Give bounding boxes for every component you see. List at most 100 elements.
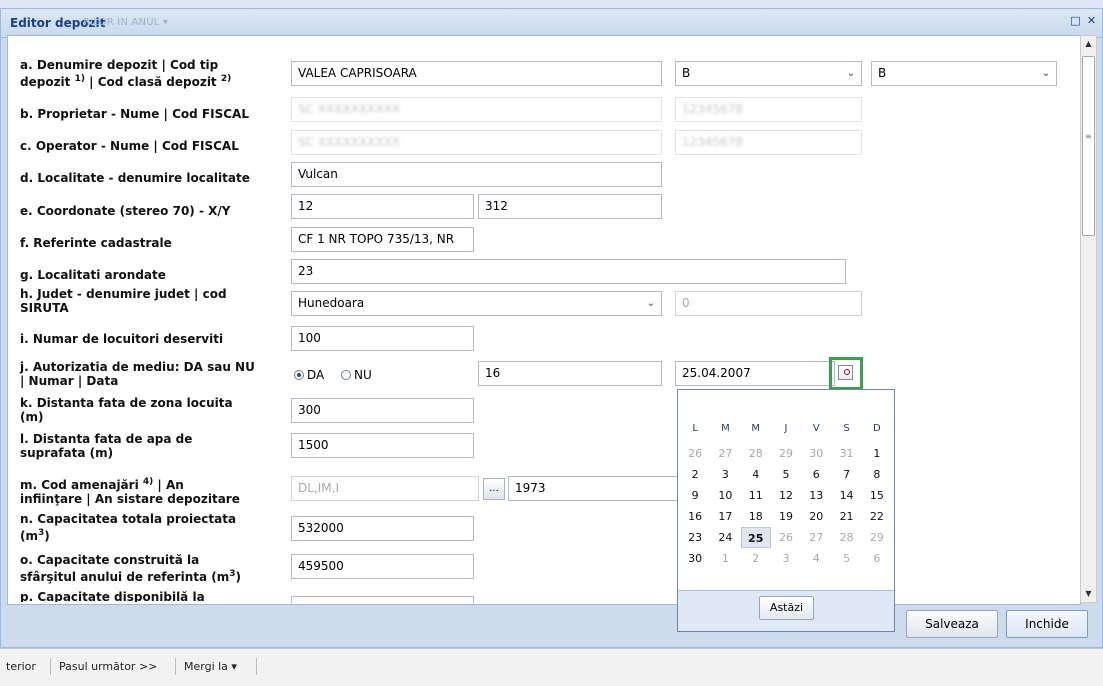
calendar-day[interactable]: 15 — [862, 485, 892, 506]
chevron-down-icon[interactable]: ⌄ — [641, 292, 661, 315]
calendar-day[interactable]: 23 — [680, 527, 710, 548]
calendar-day[interactable]: 5 — [771, 464, 801, 485]
judet-value: Hunedoara — [298, 296, 365, 310]
scroll-up-arrow-icon[interactable]: ▲ — [1081, 36, 1096, 52]
datepicker-days-grid: 26 27 28 29 30 31 1 2 3 4 5 6 7 8 9 10 11 12 13 14 15 16 17 18 1… — [680, 443, 892, 569]
an-infiintare-input[interactable]: 1973 — [508, 476, 678, 501]
toolbar-separator — [50, 658, 51, 675]
calendar-day[interactable]: 11 — [741, 485, 771, 506]
calendar-day[interactable]: 5 — [831, 548, 861, 569]
calendar-day[interactable]: 7 — [831, 464, 861, 485]
calendar-day[interactable]: 17 — [710, 506, 740, 527]
calendar-day[interactable]: 28 — [831, 527, 861, 548]
datepicker-weekday-header: LMMJVSD — [680, 423, 892, 434]
close-button[interactable]: Inchide — [1006, 610, 1088, 638]
calendar-day[interactable]: 14 — [831, 485, 861, 506]
cod-amenajari-input: DL,IM,I — [291, 476, 479, 501]
calendar-day[interactable]: 3 — [710, 464, 740, 485]
capacitate-disponibila-input[interactable] — [291, 596, 474, 603]
operator-cod-fiscal-input[interactable]: 12345678 — [675, 130, 862, 155]
distanta-zona-input[interactable]: 300 — [291, 398, 474, 423]
proprietar-nume-input[interactable]: SC XXXXXXXXXX — [291, 97, 662, 122]
scroll-down-arrow-icon[interactable]: ▼ — [1081, 586, 1096, 602]
calendar-day[interactable]: 27 — [710, 443, 740, 464]
numar-locuitori-input[interactable]: 100 — [291, 326, 474, 351]
label-numar-locuitori: i. Numar de locuitori deserviti — [20, 332, 224, 346]
toolbar-separator — [175, 658, 176, 675]
amenajari-browse-button[interactable]: ... — [483, 478, 505, 500]
calendar-day[interactable]: 4 — [741, 464, 771, 485]
calendar-day[interactable]: 6 — [801, 464, 831, 485]
coordonata-x-input[interactable]: 12 — [291, 194, 474, 219]
autorizatie-numar-input[interactable]: 16 — [478, 361, 662, 386]
label-proprietar: b. Proprietar - Nume | Cod FISCAL — [20, 107, 249, 121]
calendar-day[interactable]: 26 — [771, 527, 801, 548]
calendar-day[interactable]: 13 — [801, 485, 831, 506]
previous-step-link[interactable]: terior — [6, 660, 36, 673]
calendar-day[interactable]: 18 — [741, 506, 771, 527]
distanta-apa-input[interactable]: 1500 — [291, 433, 474, 458]
calendar-day[interactable]: 2 — [741, 548, 771, 569]
calendar-day[interactable]: 19 — [771, 506, 801, 527]
radio-da[interactable]: DA — [294, 368, 324, 382]
close-icon[interactable]: ✕ — [1085, 15, 1098, 28]
denumire-depozit-input[interactable]: VALEA CAPRISOARA — [291, 61, 662, 86]
goto-menu[interactable]: Mergi la ▾ — [184, 660, 237, 673]
calendar-day[interactable]: 28 — [741, 443, 771, 464]
operator-nume-input[interactable]: SC XXXXXXXXXX — [291, 130, 662, 155]
chevron-down-icon[interactable]: ⌄ — [841, 62, 861, 85]
localitate-input[interactable]: Vulcan — [291, 162, 662, 187]
label-cod-amenajari: m. Cod amenajări 4) | An infiinţare | An… — [20, 477, 240, 506]
calendar-day[interactable]: 30 — [801, 443, 831, 464]
cod-clasa-depozit-select[interactable]: B ⌄ — [871, 61, 1057, 86]
calendar-day[interactable]: 27 — [801, 527, 831, 548]
label-autorizatie-mediu: j. Autorizatia de mediu: DA sau NU | Num… — [20, 360, 255, 388]
cod-tip-depozit-select[interactable]: B ⌄ — [675, 61, 862, 86]
restore-icon[interactable]: □ — [1069, 15, 1082, 28]
calendar-day[interactable]: 31 — [831, 443, 861, 464]
calendar-day[interactable]: 1 — [710, 548, 740, 569]
judet-select[interactable]: Hunedoara ⌄ — [291, 291, 662, 316]
weekday-label: M — [721, 423, 730, 434]
radio-nu[interactable]: NU — [341, 368, 372, 382]
referinte-cadastrale-input[interactable]: CF 1 NR TOPO 735/13, NR — [291, 227, 474, 252]
calendar-day[interactable]: 29 — [862, 527, 892, 548]
calendar-day[interactable]: 22 — [862, 506, 892, 527]
label-capacitate-totala: n. Capacitatea totala proiectata (m3) — [20, 512, 237, 543]
calendar-day[interactable]: 24 — [710, 527, 740, 548]
coordonata-y-input[interactable]: 312 — [478, 194, 662, 219]
scrollbar-thumb[interactable] — [1082, 56, 1095, 236]
capacitate-totala-input[interactable]: 532000 — [291, 516, 474, 541]
calendar-day[interactable]: 9 — [680, 485, 710, 506]
calendar-day[interactable]: 2 — [680, 464, 710, 485]
save-button[interactable]: Salveaza — [906, 610, 998, 638]
capacitate-construita-input[interactable]: 459500 — [291, 554, 474, 579]
autorizatie-data-input[interactable]: 25.04.2007 — [675, 361, 835, 386]
chevron-down-icon[interactable]: ⌄ — [1036, 62, 1056, 85]
calendar-day[interactable]: 25 — [740, 527, 771, 548]
calendar-day[interactable]: 12 — [771, 485, 801, 506]
calendar-day[interactable]: 1 — [862, 443, 892, 464]
calendar-day[interactable]: 10 — [710, 485, 740, 506]
calendar-day[interactable]: 3 — [771, 548, 801, 569]
next-step-link[interactable]: Pasul următor >> — [59, 660, 157, 673]
radio-unselected-icon[interactable] — [341, 370, 351, 380]
calendar-day[interactable]: 29 — [771, 443, 801, 464]
calendar-day[interactable]: 4 — [801, 548, 831, 569]
calendar-day[interactable]: 21 — [831, 506, 861, 527]
calendar-day[interactable]: 20 — [801, 506, 831, 527]
proprietar-cod-fiscal-input[interactable]: 12345678 — [675, 97, 862, 122]
calendar-icon[interactable] — [838, 365, 853, 380]
today-button[interactable]: Astăzi — [759, 596, 814, 620]
radio-selected-icon[interactable] — [294, 370, 304, 380]
calendar-day[interactable]: 26 — [680, 443, 710, 464]
calendar-day[interactable]: 30 — [680, 548, 710, 569]
vertical-scrollbar[interactable]: ▲ ≡ ▼ — [1080, 35, 1097, 603]
calendar-day[interactable]: 8 — [862, 464, 892, 485]
label-judet: h. Judet - denumire judet | cod SIRUTA — [20, 287, 227, 315]
weekday-label: D — [873, 423, 881, 434]
localitati-arondate-input[interactable]: 23 — [291, 259, 846, 284]
calendar-day[interactable]: 6 — [862, 548, 892, 569]
window-header: Editor depozit RILOR IN ANUL ▾ □ ✕ — [1, 9, 1102, 38]
calendar-day[interactable]: 16 — [680, 506, 710, 527]
